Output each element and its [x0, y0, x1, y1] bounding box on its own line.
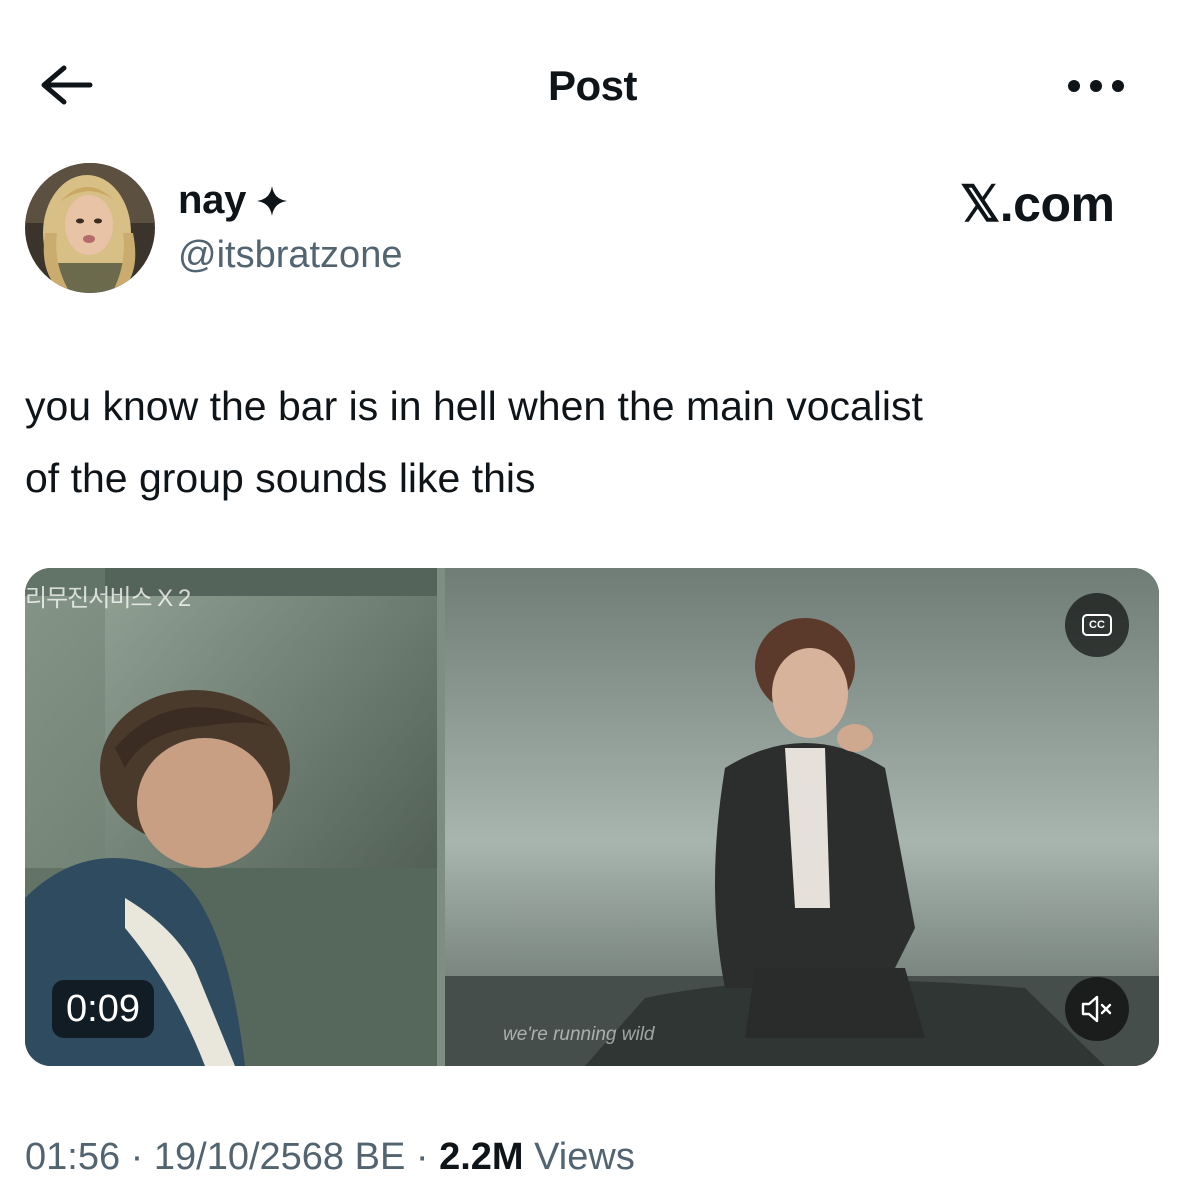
post-text-line: you know the bar is in hell when the mai… — [25, 383, 923, 429]
page-title: Post — [547, 62, 638, 109]
mute-button[interactable] — [1065, 977, 1129, 1041]
sparkle-star-icon — [254, 183, 290, 219]
meta-separator: · — [120, 1136, 154, 1178]
captions-button[interactable]: CC — [1065, 593, 1129, 657]
more-horizontal-icon — [1068, 80, 1124, 92]
post-date: 19/10/2568 BE — [153, 1136, 406, 1178]
more-options-button[interactable] — [1066, 76, 1126, 96]
video-duration: 0:09 — [52, 980, 154, 1038]
watermark: 𝕏.com — [960, 176, 1115, 232]
meta-separator: · — [405, 1136, 440, 1178]
post-text-line: of the group sounds like this — [25, 455, 536, 501]
display-name: nay — [178, 178, 247, 222]
video-player[interactable]: 리무진서비스 X 2 we're running wild CC 0:09 — [25, 568, 1159, 1066]
captions-icon: CC — [1082, 614, 1112, 636]
post-meta: 01:56 · 19/10/2568 BE · 2.2M Views — [25, 1136, 635, 1179]
volume-muted-icon — [1081, 995, 1112, 1023]
views-count[interactable]: 2.2M — [439, 1136, 523, 1178]
avatar[interactable] — [25, 163, 155, 293]
top-bar: Post — [0, 0, 1185, 170]
video-frame — [25, 568, 1159, 1066]
avatar-image — [25, 163, 155, 293]
views-label: Views — [534, 1136, 635, 1178]
post-time: 01:56 — [25, 1136, 121, 1178]
author-name-row[interactable]: nay — [178, 178, 290, 223]
broadcast-logo: 리무진서비스 X 2 — [25, 585, 191, 612]
author-handle[interactable]: @itsbratzone — [178, 234, 402, 277]
video-subtitle: we're running wild — [503, 1024, 655, 1045]
post-text: you know the bar is in hell when the mai… — [25, 370, 1145, 514]
